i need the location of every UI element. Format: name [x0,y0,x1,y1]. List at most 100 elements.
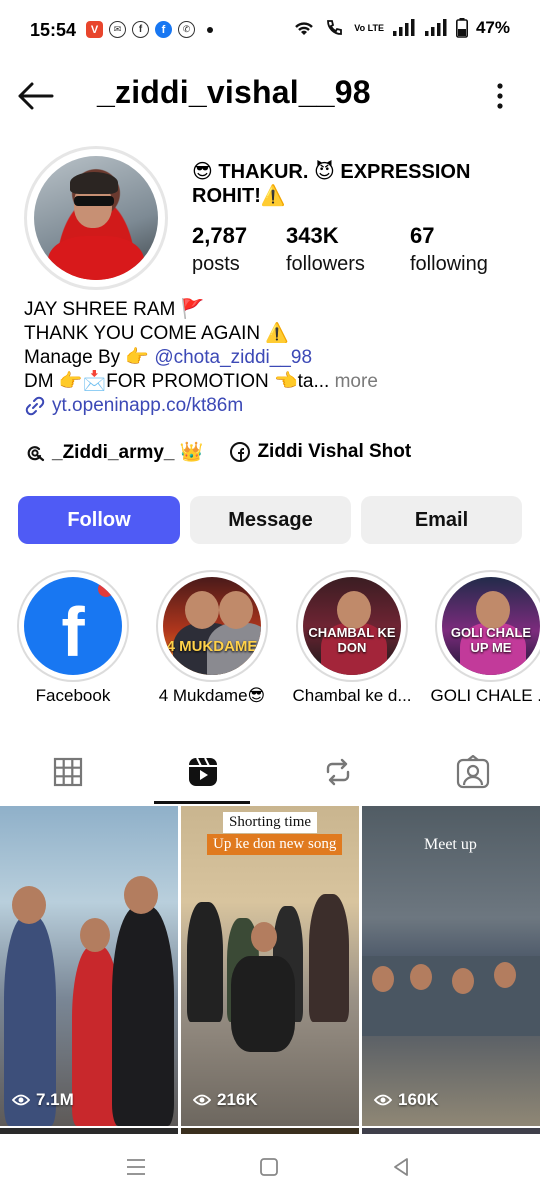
reel-views: 216K [193,1090,258,1110]
thumbnail-head [219,591,253,629]
highlight-ring: GOLI CHALE UP ME [435,570,540,682]
highlight-thumbnail: 4 MUKDAME [163,577,261,675]
reel-views-count: 216K [217,1090,258,1109]
bio-manage-text: Manage By 👉 [24,347,155,368]
facebook-icon [230,442,251,462]
reel-views: 7.1M [12,1090,74,1110]
reposts-icon [326,758,349,786]
highlight-label: Facebook [35,686,111,705]
thumbnail-title: CHAMBAL KE DON [308,625,396,655]
follow-button[interactable]: Follow [18,496,180,544]
highlight-thumbnail: CHAMBAL KE DON [303,577,401,675]
recent-apps-button[interactable] [121,1154,151,1180]
back-triangle-icon [394,1158,408,1176]
profile-display-name: 😎 THAKUR. 😈 EXPRESSION ROHIT!⚠️ [192,161,471,207]
reel-views: 160K [374,1090,439,1110]
status-time: 15:54 [30,20,77,40]
bio-external-link[interactable]: yt.openinapp.co/kt86m [24,394,524,418]
chat-app-icon: ✉ [109,21,126,38]
thumbnail-head [12,886,46,924]
battery-icon [455,18,468,38]
tab-reels[interactable] [135,740,270,804]
volte-label: Vo LTE [354,22,384,33]
tab-posts[interactable] [0,740,135,804]
highlight-4-mukdame[interactable]: 4 MUKDAME 4 Mukdame😎 [147,570,277,706]
back-arrow-icon [18,82,54,110]
highlight-ring: 4 MUKDAME [156,570,268,682]
thumbnail-head [337,591,371,629]
bio-line-1: JAY SHREE RAM 🚩 [24,299,205,320]
stat-posts-label: posts [192,253,240,275]
more-options-button[interactable] [492,82,508,112]
thumbnail-head [251,922,277,952]
reel-views-count: 160K [398,1090,439,1109]
stat-followers-label: followers [286,253,365,275]
facebook-logo-icon: f [24,577,122,675]
thumbnail-head [494,962,516,988]
threads-icon [27,446,45,462]
email-button[interactable]: Email [361,496,522,544]
thumbnail-head [124,876,158,914]
tab-reposts[interactable] [270,740,405,804]
stat-followers-value: 343K [286,223,339,248]
back-button[interactable] [16,76,56,116]
eye-icon [193,1094,211,1106]
bio-promotion-text: DM 👉📩FOR PROMOTION 👈ta [24,371,314,392]
active-tab-indicator [154,801,250,804]
stat-following-value: 67 [410,223,435,248]
status-right: Vo LTE 47% [292,18,510,38]
back-nav-button[interactable] [386,1154,416,1180]
bio-line-2: THANK YOU COME AGAIN ⚠️ [24,323,290,344]
reel-thumbnail[interactable]: Shorting time Up ke don new song 216K [181,806,359,1126]
avatar-glasses [74,196,114,206]
thumbnail-figure [112,906,174,1126]
bio-line-3: Manage By 👉 @chota_ziddi__98 [24,346,524,370]
avatar-hair [70,172,118,194]
profile-stats: 2,787 posts 343K followers 67 following [192,222,520,278]
menu-lines-icon [127,1159,145,1175]
grid-icon [53,757,82,787]
system-nav-bar [0,1134,540,1200]
reel-thumbnail[interactable]: Meet up 160K [362,806,540,1126]
highlight-goli-chale[interactable]: GOLI CHALE UP ME GOLI CHALE ... [426,570,540,706]
stat-followers[interactable]: 343K followers [286,222,410,278]
bio-ellipsis: ... [313,371,335,392]
notification-icons: V ✉ f f ✆ [86,21,213,38]
tab-tagged[interactable] [405,740,540,804]
whatsapp-icon: ✆ [178,21,195,38]
highlight-facebook[interactable]: f Facebook [8,570,138,706]
signal-2-icon [424,19,447,36]
thumbnail-head [80,918,110,952]
vpn-app-icon: V [86,21,103,38]
profile-avatar[interactable] [24,146,168,290]
facebook-tag[interactable]: Ziddi Vishal Shot [229,441,411,463]
battery-percent: 47% [475,18,510,37]
highlight-label: 4 Mukdame😎 [158,686,266,705]
profile-bio: JAY SHREE RAM 🚩 THANK YOU COME AGAIN ⚠️ … [24,298,524,418]
reel-thumbnail[interactable]: 7.1M [0,806,178,1126]
profile-username: _ziddi_vishal__98 [97,74,371,110]
threads-tag-label: _Ziddi_army_ 👑 [52,442,204,463]
home-button[interactable] [254,1154,284,1180]
highlight-chambal[interactable]: CHAMBAL KE DON Chambal ke d... [287,570,417,706]
stat-posts[interactable]: 2,787 posts [192,222,286,278]
thumbnail-head [476,591,510,629]
stat-following[interactable]: 67 following [410,222,520,278]
profile-actions: Follow Message Email [18,496,522,544]
link-icon [25,396,45,416]
stat-following-label: following [410,253,488,275]
thumbnail-title: 4 MUKDAME [166,638,258,655]
profile-top-bar: _ziddi_vishal__98 [0,62,540,128]
bio-more-link[interactable]: more [335,371,378,392]
reels-icon [188,757,217,786]
bio-mention-link[interactable]: @chota_ziddi__98 [154,347,312,368]
message-button[interactable]: Message [190,496,351,544]
profile-tabs [0,740,540,804]
threads-tag[interactable]: _Ziddi_army_ 👑 [24,440,203,464]
bio-line-4: DM 👉📩FOR PROMOTION 👈ta... more [24,370,524,394]
profile-tags: _Ziddi_army_ 👑 Ziddi Vishal Shot [24,440,411,464]
highlight-label: GOLI CHALE ... [430,686,540,705]
reel-caption: Shorting time [223,812,318,833]
wifi-icon [295,22,314,35]
highlight-ring: f [17,570,129,682]
